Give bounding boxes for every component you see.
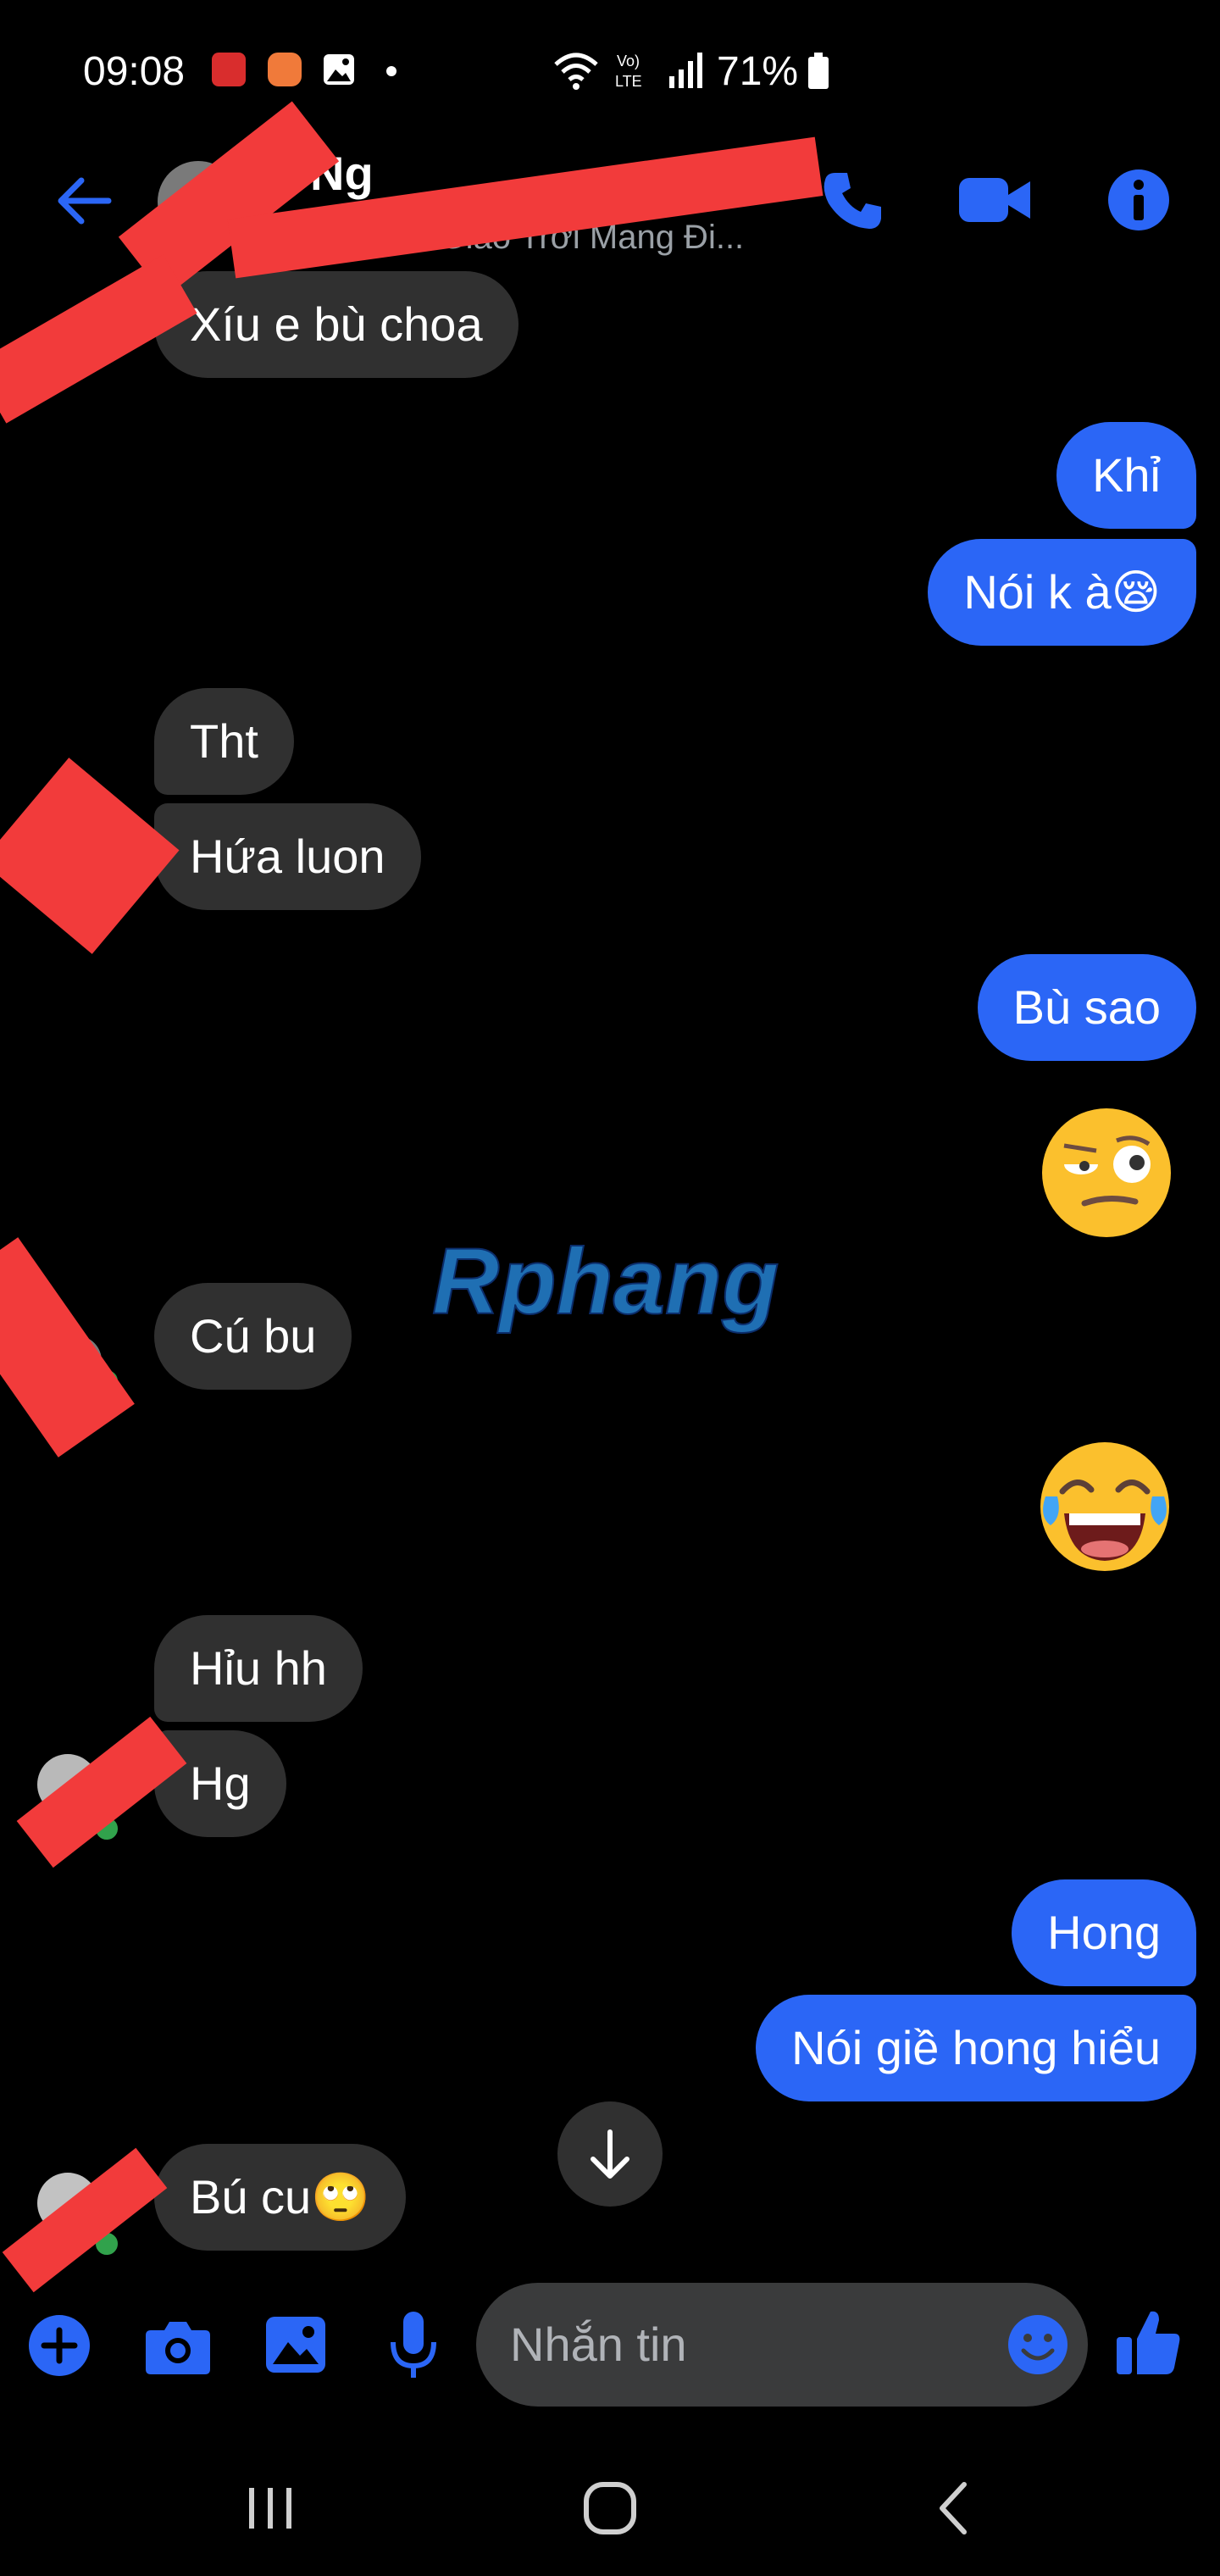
back-arrow-icon[interactable] bbox=[53, 174, 114, 228]
watermark: Rphang bbox=[424, 1229, 805, 1339]
svg-text:LTE: LTE bbox=[615, 73, 642, 90]
message-outgoing[interactable]: Hong bbox=[1012, 1879, 1196, 1986]
signal-icon bbox=[666, 49, 707, 90]
message-outgoing[interactable]: Bù sao bbox=[977, 954, 1196, 1061]
arrow-down-icon bbox=[591, 2129, 629, 2179]
recent-apps-button[interactable] bbox=[241, 2483, 302, 2534]
emoji-icon[interactable] bbox=[1006, 2313, 1069, 2376]
like-icon[interactable] bbox=[1115, 2307, 1183, 2378]
phone-icon[interactable] bbox=[818, 166, 886, 234]
message-input-placeholder: Nhắn tin bbox=[510, 2318, 687, 2371]
video-icon[interactable] bbox=[957, 169, 1032, 230]
message-incoming[interactable]: Hứa luon bbox=[154, 803, 421, 910]
volte-icon: Vo) LTE bbox=[613, 49, 656, 92]
home-button[interactable] bbox=[581, 2479, 639, 2537]
battery-icon bbox=[807, 53, 830, 90]
message-incoming[interactable]: Cú bu bbox=[154, 1283, 352, 1390]
info-icon[interactable] bbox=[1105, 166, 1173, 234]
message-incoming[interactable]: Tht bbox=[154, 688, 294, 795]
plus-icon[interactable] bbox=[27, 2313, 92, 2378]
smirk-face-emoji[interactable] bbox=[1040, 1107, 1173, 1239]
status-time: 09:08 bbox=[83, 49, 186, 94]
message-outgoing[interactable]: Nói k à😪 bbox=[928, 539, 1196, 646]
svg-text:Vo): Vo) bbox=[617, 53, 640, 69]
message-input[interactable]: Nhắn tin bbox=[476, 2283, 1088, 2407]
app-notification-icon bbox=[212, 53, 246, 86]
message-outgoing[interactable]: Khỉ bbox=[1056, 422, 1196, 529]
gallery-icon bbox=[322, 53, 356, 86]
back-button[interactable] bbox=[932, 2479, 974, 2537]
redaction-mark bbox=[0, 1237, 135, 1457]
redaction-mark bbox=[2, 2147, 168, 2293]
scroll-down-button[interactable] bbox=[557, 2101, 663, 2207]
gallery-icon[interactable] bbox=[264, 2315, 327, 2374]
message-incoming[interactable]: Xíu e bù choa bbox=[154, 271, 518, 378]
microphone-icon[interactable] bbox=[388, 2310, 439, 2381]
message-incoming[interactable]: Hỉu hh bbox=[154, 1615, 363, 1722]
redaction-mark bbox=[0, 758, 180, 954]
battery-percent: 71% bbox=[717, 49, 799, 94]
wifi-icon bbox=[552, 49, 600, 92]
svg-text:Rphang: Rphang bbox=[432, 1230, 779, 1334]
message-outgoing[interactable]: Nói giề hong hiểu bbox=[756, 1995, 1196, 2101]
laughing-tears-emoji[interactable] bbox=[1039, 1441, 1171, 1573]
message-incoming[interactable]: Bú cu🙄 bbox=[154, 2144, 406, 2251]
dot-icon bbox=[386, 66, 396, 76]
flower-app-icon bbox=[268, 53, 302, 86]
camera-icon[interactable] bbox=[144, 2317, 212, 2376]
